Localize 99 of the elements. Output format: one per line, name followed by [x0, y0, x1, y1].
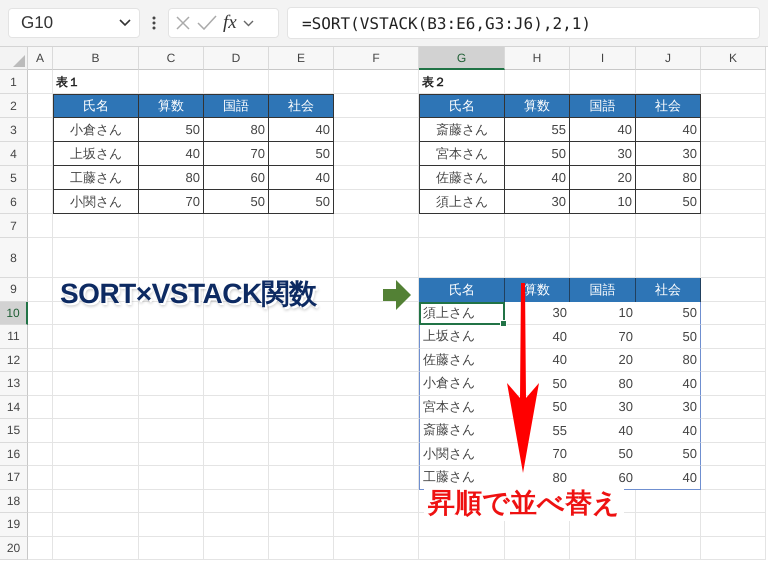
column-heading: 国語	[570, 278, 636, 302]
table-cell: 30	[570, 142, 636, 166]
table-cell: 小倉さん	[53, 118, 139, 142]
column-header[interactable]: A	[28, 47, 53, 70]
table-cell: 斎藤さん	[419, 118, 505, 142]
table-cell: 30	[505, 190, 570, 214]
right-arrow-icon	[383, 280, 411, 310]
row-header[interactable]: 13	[0, 372, 28, 396]
row-header[interactable]: 3	[0, 118, 28, 142]
formula-input[interactable]: =SORT(VSTACK(B3:E6,G3:J6),2,1)	[287, 7, 760, 39]
table-cell: 上坂さん	[53, 142, 139, 166]
column-heading: 国語	[204, 94, 269, 118]
table-cell: 20	[570, 166, 636, 190]
column-heading: 算数	[505, 278, 570, 302]
table-cell: 70	[204, 142, 269, 166]
column-header[interactable]: H	[505, 47, 570, 70]
table-cell: 10	[570, 302, 636, 325]
table-cell: 小関さん	[419, 442, 505, 466]
table-cell: 40	[269, 166, 334, 190]
table-cell: 50	[636, 302, 701, 325]
table-cell: 80	[139, 166, 204, 190]
heading-annotation: SORT×VSTACK関数	[60, 277, 317, 311]
row-header[interactable]: 2	[0, 94, 28, 118]
column-heading: 社会	[636, 278, 701, 302]
column-header[interactable]: J	[636, 47, 701, 70]
table-cell: 40	[269, 118, 334, 142]
column-heading: 国語	[570, 94, 636, 118]
row-header[interactable]: 14	[0, 396, 28, 419]
insert-function-button[interactable]: fx	[223, 12, 237, 34]
table-cell: 50	[204, 190, 269, 214]
column-header[interactable]: B	[53, 47, 139, 70]
chevron-down-icon[interactable]	[242, 20, 254, 26]
more-options-icon[interactable]	[152, 16, 156, 30]
chevron-down-icon	[119, 19, 131, 27]
column-heading: 社会	[269, 94, 334, 118]
table-cell: 60	[204, 166, 269, 190]
column-header[interactable]: I	[570, 47, 636, 70]
table-cell: 40	[636, 466, 701, 490]
row-header[interactable]: 7	[0, 214, 28, 238]
table-cell: 佐藤さん	[419, 166, 505, 190]
column-header[interactable]: E	[269, 47, 334, 70]
table-cell: 80	[204, 118, 269, 142]
table-cell: 佐藤さん	[419, 348, 505, 372]
column-heading: 氏名	[419, 278, 505, 302]
table-cell: 40	[139, 142, 204, 166]
column-heading: 氏名	[53, 94, 139, 118]
table-cell: 50	[269, 190, 334, 214]
table-cell: 40	[636, 118, 701, 142]
down-arrow-icon	[507, 283, 539, 473]
column-heading: 算数	[139, 94, 204, 118]
table-cell: 55	[505, 118, 570, 142]
table-cell: 70	[139, 190, 204, 214]
column-heading: 社会	[636, 94, 701, 118]
row-header[interactable]: 20	[0, 536, 28, 560]
table-cell: 40	[505, 166, 570, 190]
row-header[interactable]: 11	[0, 325, 28, 348]
table-title: 表２	[421, 74, 446, 90]
column-header[interactable]: G	[419, 47, 505, 70]
checkmark-icon[interactable]	[197, 15, 217, 31]
table-cell: 上坂さん	[419, 325, 505, 348]
column-heading: 算数	[505, 94, 570, 118]
table-title: 表１	[55, 74, 80, 90]
row-header[interactable]: 16	[0, 442, 28, 466]
row-header[interactable]: 5	[0, 166, 28, 190]
row-header[interactable]: 19	[0, 513, 28, 536]
table-cell: 須上さん	[419, 190, 505, 214]
name-box[interactable]: G10	[8, 8, 140, 38]
row-header[interactable]: 18	[0, 490, 28, 513]
table-cell: 80	[636, 166, 701, 190]
table-cell: 10	[570, 190, 636, 214]
row-header[interactable]: 17	[0, 466, 28, 490]
table-cell: 50	[636, 190, 701, 214]
table-cell: 50	[505, 142, 570, 166]
table-cell: 小倉さん	[419, 372, 505, 396]
column-heading: 氏名	[419, 94, 505, 118]
row-header[interactable]: 12	[0, 348, 28, 372]
row-header[interactable]: 8	[0, 238, 28, 278]
table-cell: 宮本さん	[419, 142, 505, 166]
table-cell: 小関さん	[53, 190, 139, 214]
row-header[interactable]: 1	[0, 70, 28, 94]
select-all-corner[interactable]	[0, 47, 28, 70]
row-header[interactable]: 10	[0, 302, 28, 325]
column-header[interactable]: C	[139, 47, 204, 70]
row-header[interactable]: 6	[0, 190, 28, 214]
column-header[interactable]: D	[204, 47, 269, 70]
triangle-icon	[13, 55, 25, 67]
table-cell: 宮本さん	[419, 396, 505, 419]
table-cell: 40	[570, 118, 636, 142]
table-cell: 50	[269, 142, 334, 166]
row-header[interactable]: 4	[0, 142, 28, 166]
row-header[interactable]: 9	[0, 278, 28, 302]
table-cell: 工藤さん	[53, 166, 139, 190]
column-header[interactable]: F	[334, 47, 419, 70]
close-icon[interactable]	[175, 15, 191, 31]
table-cell: 50	[139, 118, 204, 142]
column-header[interactable]: K	[701, 47, 766, 70]
row-header[interactable]: 15	[0, 419, 28, 442]
table-cell: 斎藤さん	[419, 419, 505, 442]
table-cell: 30	[636, 142, 701, 166]
